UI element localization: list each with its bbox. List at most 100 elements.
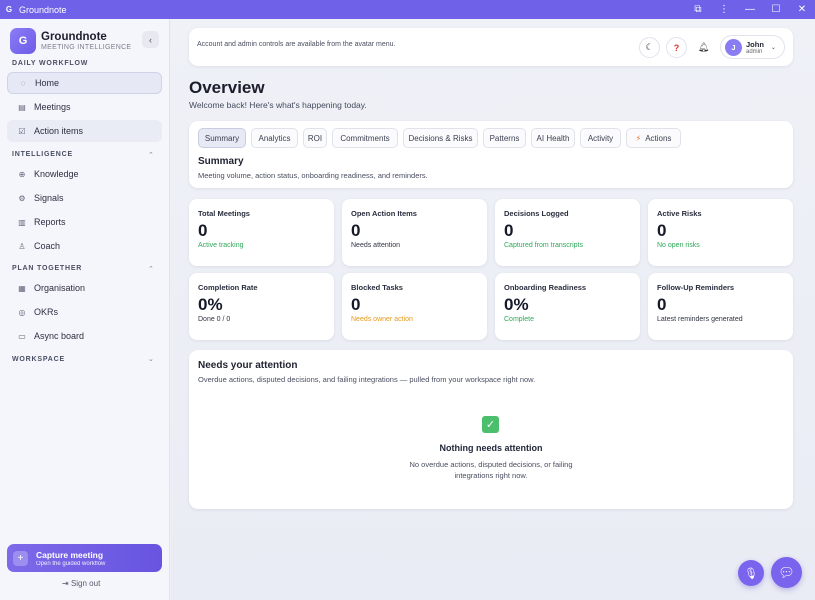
sign-out-label: Sign out — [70, 579, 101, 588]
sidebar-item-label: Async board — [34, 331, 85, 341]
stat-value: 0 — [504, 221, 514, 240]
minimize-button[interactable]: — — [737, 0, 763, 19]
sidebar-item-label: Knowledge — [34, 169, 79, 179]
more-options-icon[interactable]: ⋮ — [711, 0, 737, 19]
capture-title: Capture meeting — [36, 549, 104, 560]
section-workspace[interactable]: WORKSPACE — [12, 356, 65, 363]
chevron-up-icon[interactable]: ⌃ — [148, 265, 154, 273]
stat-note: Latest reminders generated — [657, 316, 743, 323]
sidebar-item-label: Coach — [34, 241, 61, 251]
sidebar-item-home[interactable]: ◌ Home — [7, 72, 162, 94]
stat-card-total-meetings[interactable]: Total Meetings 0 Active tracking — [189, 199, 334, 266]
signal-icon: ⚙ — [18, 193, 26, 203]
stat-card-active-risks[interactable]: Active Risks 0 No open risks — [648, 199, 793, 266]
close-button[interactable]: ✕ — [789, 0, 815, 19]
stat-card-completion-rate[interactable]: Completion Rate 0% Done 0 / 0 — [189, 273, 334, 340]
home-icon: ◌ — [20, 78, 26, 88]
stat-note: Captured from transcripts — [504, 242, 583, 249]
coach-icon: ♙ — [18, 241, 26, 251]
stat-card-decisions-logged[interactable]: Decisions Logged 0 Captured from transcr… — [495, 199, 640, 266]
stat-label: Onboarding Readiness — [504, 283, 587, 292]
stat-label: Total Meetings — [198, 209, 250, 218]
stat-note: Complete — [504, 316, 534, 323]
window-titlebar: G Groundnote ⧉ ⋮ — ☐ ✕ — [0, 0, 815, 19]
stat-card-open-action-items[interactable]: Open Action Items 0 Needs attention — [342, 199, 487, 266]
voice-assistant-button[interactable]: 🎙︎ — [738, 560, 764, 586]
plus-icon: + — [13, 550, 28, 566]
sidebar: G Groundnote MEETING INTELLIGENCE ‹ DAIL… — [0, 19, 170, 600]
stat-card-blocked-tasks[interactable]: Blocked Tasks 0 Needs owner action — [342, 273, 487, 340]
stat-value: 0% — [504, 295, 529, 314]
sidebar-item-knowledge[interactable]: ⊕ Knowledge — [7, 163, 162, 185]
attention-title: Needs your attention — [198, 360, 298, 371]
sidebar-item-meetings[interactable]: ▤ Meetings — [7, 96, 162, 118]
bolt-icon: ⚡︎ — [635, 133, 642, 143]
section-daily-workflow[interactable]: DAILY WORKFLOW — [12, 60, 88, 67]
sidebar-item-label: Home — [35, 78, 60, 88]
page-title: Overview — [189, 78, 265, 97]
chevron-up-icon[interactable]: ⌃ — [148, 151, 154, 159]
empty-state-title: Nothing needs attention — [439, 443, 543, 453]
stat-value: 0 — [657, 295, 667, 314]
sidebar-item-coach[interactable]: ♙ Coach — [7, 235, 162, 257]
microphone-icon: 🎙︎ — [744, 567, 758, 580]
stat-card-follow-up-reminders[interactable]: Follow-Up Reminders 0 Latest reminders g… — [648, 273, 793, 340]
theme-toggle-button[interactable]: ☾ — [639, 37, 660, 58]
brand-tagline: MEETING INTELLIGENCE — [41, 44, 132, 51]
brand-logo: G — [10, 28, 36, 54]
document-icon: ▤ — [18, 102, 26, 112]
collapse-sidebar-button[interactable]: ‹ — [142, 31, 159, 48]
sidebar-item-organisation[interactable]: ▦ Organisation — [7, 277, 162, 299]
tab-activity[interactable]: Activity — [580, 128, 621, 148]
tab-decisions-risks[interactable]: Decisions & Risks — [403, 128, 478, 148]
chat-icon: ▭ — [18, 331, 26, 341]
stat-note: Done 0 / 0 — [198, 316, 231, 323]
brand[interactable]: G Groundnote MEETING INTELLIGENCE — [10, 28, 131, 54]
extension-icon[interactable]: ⧉ — [685, 0, 711, 19]
chevron-down-icon[interactable]: ⌄ — [148, 355, 154, 363]
capture-meeting-button[interactable]: + Capture meeting Open the guided workfl… — [7, 544, 162, 572]
help-button[interactable]: ? — [666, 37, 687, 58]
bar-chart-icon: ▥ — [18, 217, 26, 227]
sidebar-item-label: Action items — [34, 126, 84, 136]
chevron-down-icon: ⌄ — [770, 44, 776, 51]
sidebar-item-okrs[interactable]: ◎ OKRs — [7, 301, 162, 323]
tab-analytics[interactable]: Analytics — [251, 128, 298, 148]
tab-patterns[interactable]: Patterns — [483, 128, 526, 148]
notifications-button[interactable]: 🔔︎ — [693, 37, 714, 58]
sign-out-button[interactable]: ⇥ Sign out — [62, 579, 100, 588]
tab-commitments[interactable]: Commitments — [332, 128, 398, 148]
section-plan-together[interactable]: PLAN TOGETHER — [12, 265, 82, 272]
tab-roi[interactable]: ROI — [303, 128, 327, 148]
stat-label: Active Risks — [657, 209, 702, 218]
avatar: J — [725, 38, 742, 56]
maximize-button[interactable]: ☐ — [763, 0, 789, 19]
stat-value: 0% — [198, 295, 223, 314]
summary-title: Summary — [198, 156, 244, 167]
tab-actions[interactable]: ⚡︎ Actions — [626, 128, 681, 148]
bell-icon: 🔔︎ — [697, 42, 710, 52]
stat-value: 0 — [657, 221, 667, 240]
chat-bubble-icon: 💬︎ — [778, 564, 795, 580]
stat-note: No open risks — [657, 242, 700, 249]
sign-out-icon: ⇥ — [62, 579, 69, 588]
sidebar-item-async-board[interactable]: ▭ Async board — [7, 325, 162, 347]
checkmark-icon: ✓ — [482, 416, 499, 433]
checkbox-icon: ☑ — [18, 126, 26, 136]
tab-ai-health[interactable]: AI Health — [531, 128, 575, 148]
section-intelligence[interactable]: INTELLIGENCE — [12, 151, 73, 158]
user-menu[interactable]: J John admin ⌄ — [720, 35, 785, 59]
sidebar-item-reports[interactable]: ▥ Reports — [7, 211, 162, 233]
stat-card-onboarding-readiness[interactable]: Onboarding Readiness 0% Complete — [495, 273, 640, 340]
attention-subtitle: Overdue actions, disputed decisions, and… — [198, 375, 536, 384]
sidebar-item-signals[interactable]: ⚙ Signals — [7, 187, 162, 209]
top-bar: Account and admin controls are available… — [189, 28, 793, 66]
tab-actions-label: Actions — [645, 133, 672, 143]
main-content: Account and admin controls are available… — [171, 19, 815, 600]
brand-name: Groundnote — [41, 31, 107, 43]
sidebar-item-label: OKRs — [34, 307, 59, 317]
tab-summary[interactable]: Summary — [198, 128, 246, 148]
chat-assistant-button[interactable]: 💬︎ — [771, 557, 802, 588]
stat-value: 0 — [351, 221, 361, 240]
sidebar-item-action-items[interactable]: ☑ Action items — [7, 120, 162, 142]
